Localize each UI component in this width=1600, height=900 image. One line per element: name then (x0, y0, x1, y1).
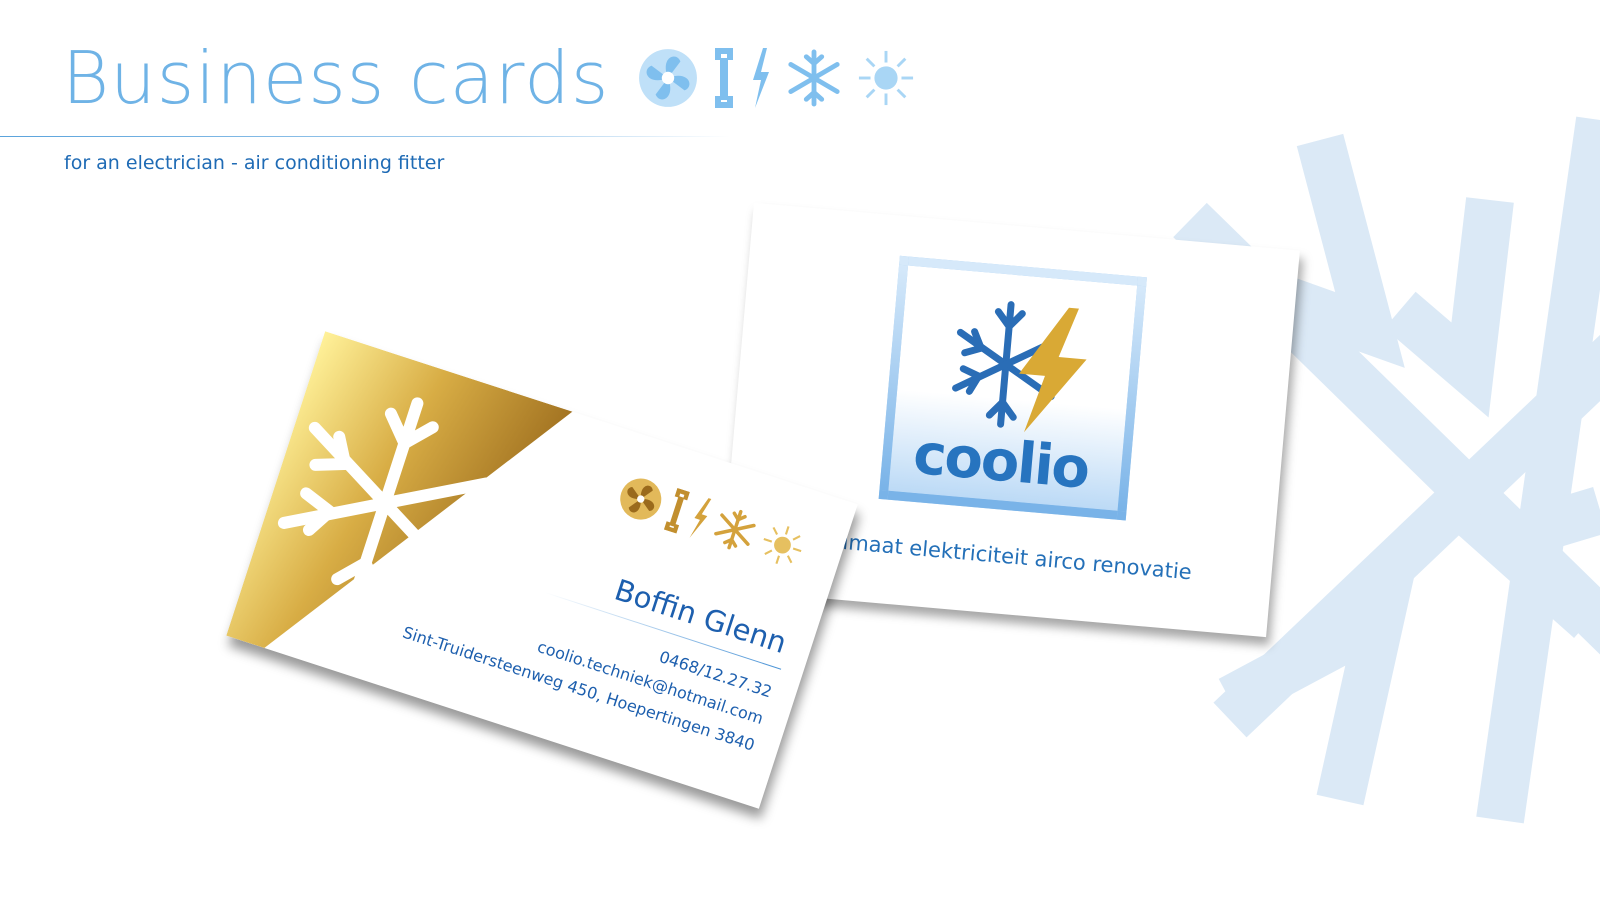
lightning-icon (753, 48, 770, 108)
wrench-icon (663, 488, 690, 534)
title-icon-row (637, 47, 915, 109)
snowflake-lightning-logo-icon (952, 301, 1087, 433)
page-subtitle: for an electrician - air conditioning fi… (64, 152, 445, 174)
wrench-icon (715, 48, 734, 108)
page-title: Business cards (62, 36, 610, 120)
logo-wordmark: coolio (910, 421, 1091, 502)
snowflake-icon (788, 49, 841, 107)
title-divider (0, 136, 730, 137)
sun-icon (859, 50, 914, 106)
coolio-logo: coolio (878, 255, 1147, 521)
card-tagline: n klimaat elektriciteit airco renovatie (803, 526, 1193, 585)
lightning-icon (689, 498, 712, 538)
header: Business cards (62, 42, 915, 114)
fan-icon (639, 49, 698, 107)
